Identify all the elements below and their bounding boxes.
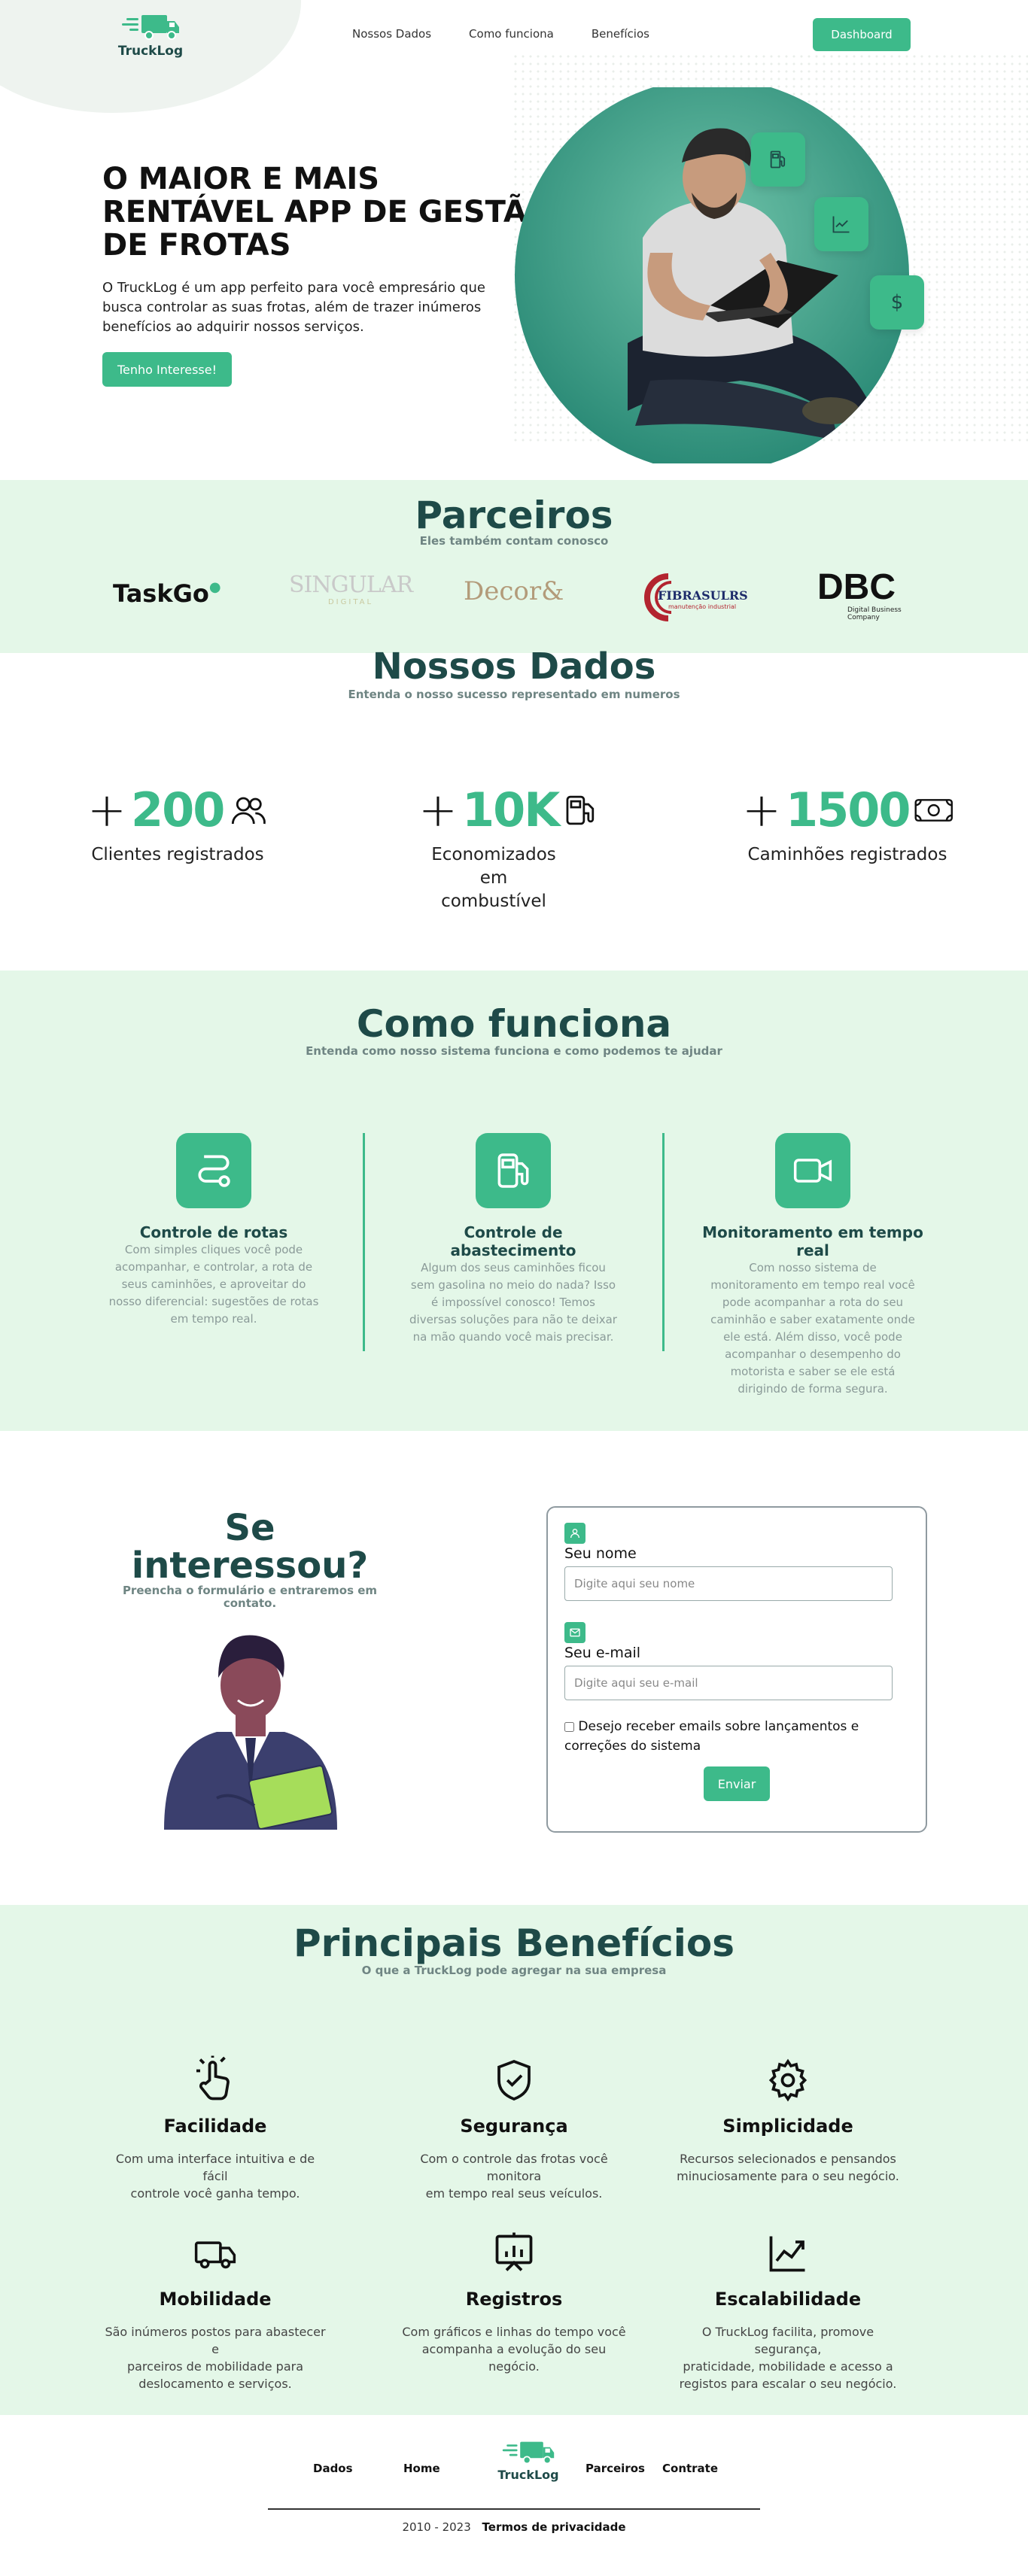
footer-nav: Dados Home TruckLog Parceiros Contrate	[313, 2441, 738, 2482]
stat-value: 10K	[461, 782, 560, 837]
privacy-link[interactable]: Termos de privacidade	[482, 2520, 626, 2534]
plus-icon: +	[742, 782, 781, 837]
brand-logo[interactable]: TruckLog	[113, 11, 188, 59]
float-fuel-icon	[751, 132, 805, 187]
fuel-pump-icon	[476, 1133, 551, 1208]
partner-logo-decor[interactable]: Decor&	[464, 576, 564, 606]
how-card-routes: Controle de rotas Com simples cliques vo…	[101, 1133, 327, 1328]
how-title: Como funciona	[356, 1002, 672, 1046]
video-icon	[775, 1133, 850, 1208]
partner-logo-fibrasul[interactable]: FIBRASULRS manutenção industrial	[638, 570, 748, 626]
stat-trucks: + 1500 Caminhões registrados	[742, 782, 953, 867]
cash-icon	[914, 798, 953, 822]
interest-button[interactable]: Tenho Interesse!	[102, 352, 232, 387]
name-label: Seu nome	[564, 1545, 637, 1562]
stat-clients: + 200 Clientes registrados	[87, 782, 268, 867]
benefit-mobilidade: Mobilidade São inúmeros postos para abas…	[102, 2228, 328, 2392]
truck-logo-icon	[122, 15, 179, 40]
footer-link-parceiros[interactable]: Parceiros	[570, 2462, 662, 2475]
top-nav: Nossos Dados Como funciona Benefícios	[352, 27, 649, 41]
contact-form: Seu nome Seu e-mail Desejo receber email…	[546, 1506, 927, 1833]
plus-icon: +	[418, 782, 458, 837]
partners-subtitle: Eles também contam conosco	[419, 534, 609, 548]
stat-value: 200	[130, 782, 225, 837]
partners-title: Parceiros	[415, 494, 613, 537]
float-chart-icon	[814, 197, 868, 251]
benefit-seguranca: Segurança Com o controle das frotas você…	[401, 2055, 627, 2202]
pointer-hand-icon	[196, 2055, 230, 2101]
footer: Dados Home TruckLog Parceiros Contrate 2…	[0, 2415, 1028, 2576]
how-card-fuel: Controle de abastecimento Algum dos seus…	[400, 1133, 626, 1346]
email-label: Seu e-mail	[564, 1645, 641, 1661]
nav-link-beneficios[interactable]: Benefícios	[592, 27, 649, 41]
how-subtitle: Entenda como nosso sistema funciona e co…	[306, 1044, 722, 1058]
partners-section: Parceiros Eles também contam conosco Tas…	[0, 480, 1028, 653]
submit-button[interactable]: Enviar	[704, 1766, 770, 1801]
how-card-monitor: Monitoramento em tempo real Com nosso si…	[700, 1133, 926, 1398]
trend-up-icon	[769, 2236, 805, 2272]
truck-icon	[194, 2241, 236, 2269]
benefits-section: Principais Benefícios O que a TruckLog p…	[0, 1905, 1028, 2415]
benefits-title: Principais Benefícios	[293, 1921, 735, 1965]
stats-section: Nossos Dados Entenda o nosso sucesso rep…	[0, 646, 1028, 969]
benefit-simplicidade: Simplicidade Recursos selecionados e pen…	[675, 2055, 901, 2185]
mail-icon	[564, 1622, 585, 1643]
presentation-chart-icon	[495, 2232, 533, 2271]
footer-link-dados[interactable]: Dados	[313, 2462, 403, 2475]
footer-link-contrate[interactable]: Contrate	[662, 2462, 738, 2475]
name-field[interactable]	[564, 1566, 893, 1601]
nav-link-como-funciona[interactable]: Como funciona	[469, 27, 554, 41]
hero-text: O TruckLog é um app perfeito para você e…	[102, 280, 485, 335]
contact-subtitle: Preencha o formulário e entraremos em co…	[122, 1584, 378, 1610]
contact-heading: Se interessou? Preencha o formulário e e…	[113, 1509, 387, 1610]
email-field[interactable]	[564, 1666, 893, 1700]
contact-section: Se interessou? Preencha o formulário e e…	[0, 1431, 1028, 1905]
partner-logo-singular[interactable]: SINGULAR DIGITAL	[289, 572, 413, 606]
hero-image	[515, 78, 912, 472]
brand-name: TruckLog	[117, 44, 184, 59]
person-illustration	[157, 1625, 345, 1830]
gear-icon	[768, 2058, 807, 2102]
divider	[662, 1133, 665, 1351]
route-icon	[176, 1133, 251, 1208]
benefits-subtitle: O que a TruckLog pode agregar na sua emp…	[361, 1964, 667, 1977]
footer-logo[interactable]: TruckLog	[486, 2438, 570, 2482]
users-icon	[232, 797, 266, 824]
hero-title: O MAIOR E MAIS RENTÁVEL APP DE GESTÃO DE…	[102, 162, 552, 263]
truck-logo-icon	[502, 2441, 555, 2465]
user-icon	[564, 1523, 585, 1544]
plus-icon: +	[87, 782, 126, 837]
footer-bottom: 2010 - 2023 Termos de privacidade	[0, 2520, 1028, 2534]
stat-fuel: + 10K Economizados em combustível	[418, 782, 599, 913]
newsletter-option: Desejo receber emails sobre lançamentos …	[564, 1719, 859, 1754]
nav-link-nossos-dados[interactable]: Nossos Dados	[352, 27, 431, 41]
benefit-facilidade: Facilidade Com uma interface intuitiva e…	[102, 2055, 328, 2202]
fuel-pump-icon	[566, 795, 595, 825]
contact-title: Se interessou?	[131, 1507, 369, 1587]
stats-title: Nossos Dados	[372, 646, 656, 688]
benefit-escalabilidade: Escalabilidade O TruckLog facilita, prom…	[675, 2228, 901, 2392]
stats-subtitle: Entenda o nosso sucesso representado em …	[348, 688, 680, 701]
float-dollar-icon: $	[870, 275, 924, 330]
benefit-registros: Registros Com gráficos e linhas do tempo…	[401, 2228, 627, 2375]
partner-logo-dbc[interactable]: DBC Digital Business Company	[817, 569, 908, 622]
dashboard-button[interactable]: Dashboard	[813, 18, 911, 51]
newsletter-checkbox[interactable]	[564, 1721, 574, 1732]
partner-logo-taskgo[interactable]: TaskGo●	[113, 579, 221, 608]
footer-divider	[268, 2508, 760, 2510]
stat-value: 1500	[785, 782, 911, 837]
footer-link-home[interactable]: Home	[403, 2462, 486, 2475]
how-section: Como funciona Entenda como nosso sistema…	[0, 971, 1028, 1431]
shield-check-icon	[497, 2059, 531, 2101]
copyright: 2010 - 2023	[402, 2520, 471, 2534]
divider	[363, 1133, 365, 1351]
